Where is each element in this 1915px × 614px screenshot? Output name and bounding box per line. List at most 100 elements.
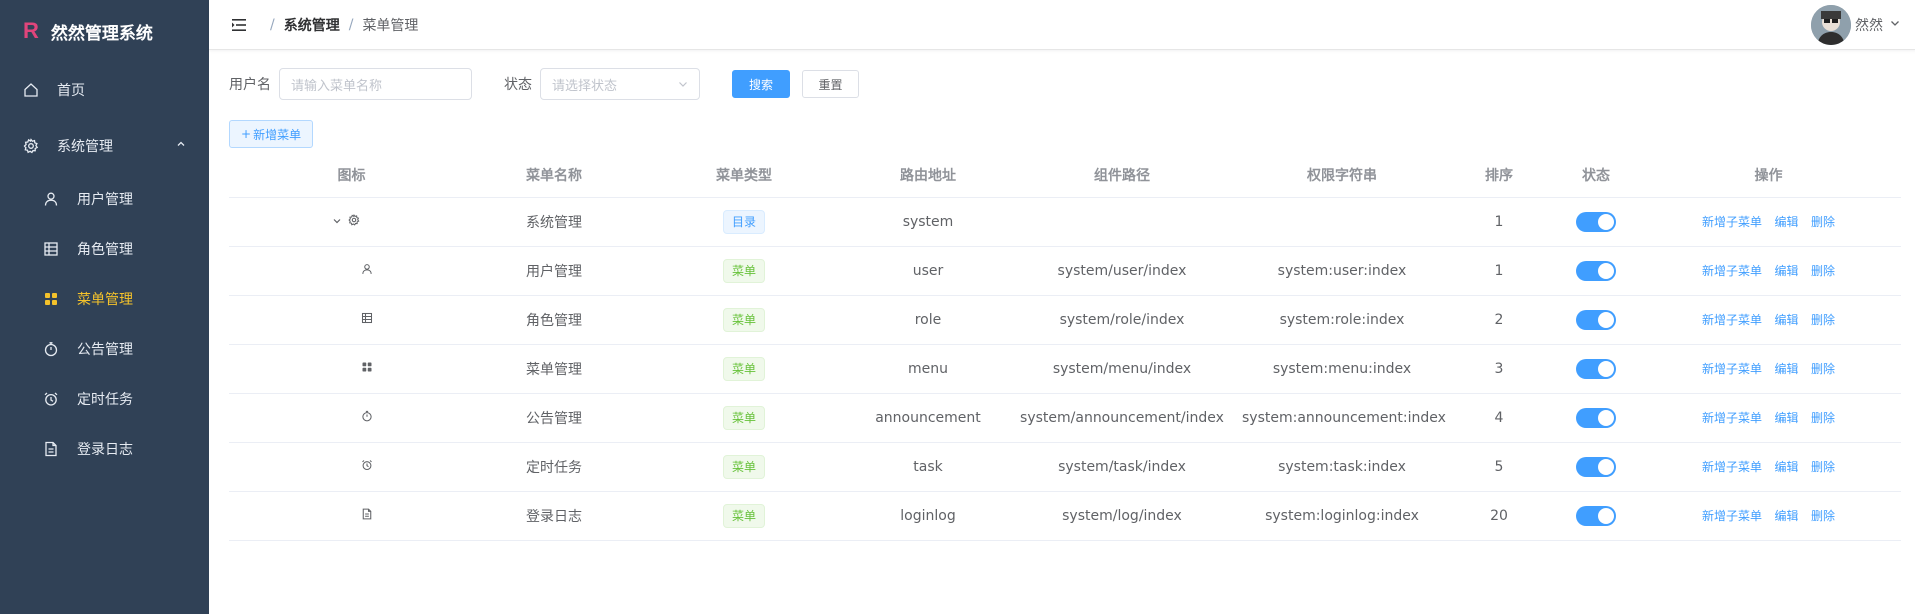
column-header: 排序 [1442, 154, 1556, 198]
menu-squares-icon [42, 290, 60, 308]
edit-link[interactable]: 编辑 [1774, 362, 1798, 376]
search-button[interactable]: 搜索 [732, 70, 790, 98]
add-child-menu-link[interactable]: 新增子菜单 [1702, 215, 1762, 229]
brand-logo: R [23, 18, 39, 43]
add-child-menu-link[interactable]: 新增子菜单 [1702, 313, 1762, 327]
status-toggle[interactable] [1576, 211, 1616, 232]
stopwatch-icon [42, 340, 60, 358]
table-header-row: 图标 菜单名称 菜单类型 路由地址 组件路径 权限字符串 排序 状态 操作 [229, 154, 1901, 198]
hamburger-icon[interactable] [229, 15, 249, 35]
add-child-menu-link[interactable]: 新增子菜单 [1702, 264, 1762, 278]
delete-link[interactable]: 删除 [1811, 264, 1835, 278]
delete-link[interactable]: 删除 [1811, 411, 1835, 425]
edit-link[interactable]: 编辑 [1774, 411, 1798, 425]
sidebar-item-menu-management[interactable]: 菜单管理 [0, 274, 209, 324]
route-cell: announcement [854, 393, 1002, 443]
component-cell: system/task/index [1002, 442, 1242, 492]
column-header: 操作 [1636, 154, 1901, 198]
route-cell: system [854, 197, 1002, 247]
home-icon [22, 81, 40, 99]
chevron-down-icon [1889, 17, 1901, 33]
permission-cell: system:announcement:index [1242, 393, 1446, 443]
add-child-menu-link[interactable]: 新增子菜单 [1702, 411, 1762, 425]
delete-link[interactable]: 删除 [1811, 215, 1835, 229]
edit-link[interactable]: 编辑 [1774, 313, 1798, 327]
user-dropdown[interactable]: 然然 [1811, 5, 1901, 45]
delete-link[interactable]: 删除 [1811, 509, 1835, 523]
route-cell: role [854, 295, 1002, 345]
table-row: 角色管理 菜单 role system/role/index system:ro… [229, 295, 1901, 345]
order-cell: 5 [1442, 442, 1556, 492]
table-row: 菜单管理 菜单 menu system/menu/index system:me… [229, 344, 1901, 394]
order-cell: 2 [1442, 295, 1556, 345]
delete-link[interactable]: 删除 [1811, 313, 1835, 327]
add-menu-button[interactable]: + 新增菜单 [229, 120, 314, 148]
edit-link[interactable]: 编辑 [1774, 264, 1798, 278]
permission-cell: system:menu:index [1242, 344, 1442, 394]
breadcrumb-item[interactable]: 系统管理 [284, 15, 340, 35]
status-toggle[interactable] [1576, 260, 1616, 281]
status-select-placeholder: 请选择状态 [552, 78, 618, 94]
avatar [1811, 5, 1851, 45]
table-row: 系统管理 目录 system 1 新增子菜单 编辑 删除 [229, 197, 1901, 247]
sidebar-item-role-management[interactable]: 角色管理 [0, 224, 209, 274]
menu-type-tag: 菜单 [722, 258, 765, 283]
reset-button[interactable]: 重置 [802, 70, 859, 98]
menu-name-input[interactable]: 请输入菜单名称 [279, 68, 472, 100]
status-toggle[interactable] [1576, 309, 1616, 330]
edit-link[interactable]: 编辑 [1774, 509, 1798, 523]
gear-icon [22, 137, 40, 155]
edit-link[interactable]: 编辑 [1774, 460, 1798, 474]
sidebar-item-scheduled-tasks[interactable]: 定时任务 [0, 374, 209, 424]
order-cell: 20 [1442, 491, 1556, 541]
column-header: 状态 [1556, 154, 1636, 198]
menu-name-cell: 公告管理 [474, 393, 634, 443]
sidebar-item-home[interactable]: 首页 [0, 62, 209, 118]
sidebar-item-user-management[interactable]: 用户管理 [0, 174, 209, 224]
menu-type-tag: 菜单 [722, 454, 765, 479]
edit-link[interactable]: 编辑 [1774, 215, 1798, 229]
route-cell: task [854, 442, 1002, 492]
status-toggle[interactable] [1576, 407, 1616, 428]
menu-type-tag: 菜单 [722, 356, 765, 381]
menu-name-cell: 登录日志 [474, 491, 634, 541]
brand: R 然然管理系统 [0, 0, 209, 62]
user-name: 然然 [1855, 18, 1883, 34]
delete-link[interactable]: 删除 [1811, 460, 1835, 474]
add-child-menu-link[interactable]: 新增子菜单 [1702, 509, 1762, 523]
alarm-icon [42, 390, 60, 408]
chevron-down-icon [677, 78, 689, 94]
gear-icon [347, 213, 360, 230]
column-header: 图标 [229, 154, 474, 198]
stopwatch-icon [361, 410, 373, 422]
table-row: 用户管理 菜单 user system/user/index system:us… [229, 246, 1901, 296]
status-toggle[interactable] [1576, 456, 1616, 477]
status-toggle[interactable] [1576, 358, 1616, 379]
sidebar-item-login-log[interactable]: 登录日志 [0, 424, 209, 474]
toolbar: + 新增菜单 [229, 120, 1901, 148]
navbar: / 系统管理 / 菜单管理 然然 [209, 0, 1915, 50]
order-cell: 1 [1442, 246, 1556, 296]
add-child-menu-link[interactable]: 新增子菜单 [1702, 362, 1762, 376]
component-cell: system/menu/index [1002, 344, 1242, 394]
route-cell: loginlog [854, 491, 1002, 541]
column-header: 权限字符串 [1242, 154, 1442, 198]
status-select[interactable]: 请选择状态 [540, 68, 700, 100]
column-header: 菜单类型 [634, 154, 854, 198]
search-form: 用户名 请输入菜单名称 状态 请选择状态 搜索 重置 [229, 68, 1901, 100]
status-toggle[interactable] [1576, 505, 1616, 526]
breadcrumb-separator: / [348, 16, 354, 33]
component-cell [1002, 197, 1242, 247]
table-row: 登录日志 菜单 loginlog system/log/index system… [229, 491, 1901, 541]
column-header: 组件路径 [1002, 154, 1242, 198]
column-header: 菜单名称 [474, 154, 634, 198]
sidebar-item-announcement-management[interactable]: 公告管理 [0, 324, 209, 374]
component-cell: system/log/index [1002, 491, 1242, 541]
permission-cell [1242, 197, 1442, 247]
add-child-menu-link[interactable]: 新增子菜单 [1702, 460, 1762, 474]
sidebar-item-system[interactable]: 系统管理 [0, 118, 209, 174]
main-content: / 系统管理 / 菜单管理 然然 用户名 请输入菜单名称 状态 请选择状态 搜索… [209, 0, 1915, 614]
delete-link[interactable]: 删除 [1811, 362, 1835, 376]
expand-chevron-icon[interactable] [332, 214, 342, 230]
order-cell: 1 [1442, 197, 1556, 247]
